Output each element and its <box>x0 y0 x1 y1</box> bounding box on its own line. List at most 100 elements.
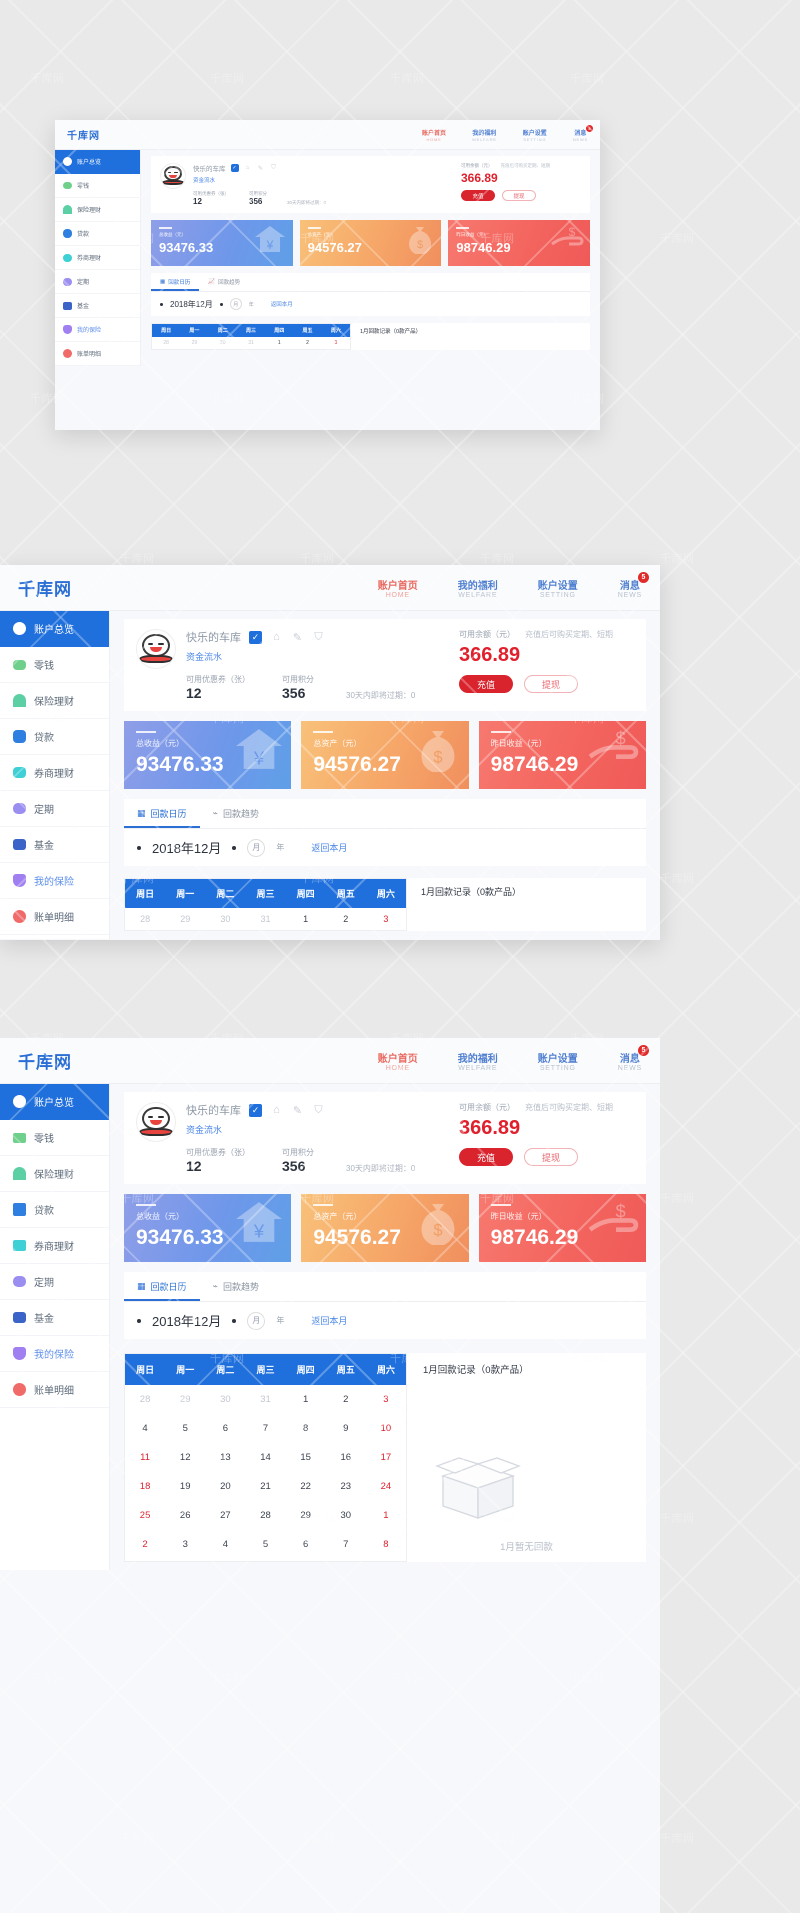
user-outline-icon[interactable]: ⌂ <box>244 164 252 172</box>
prev-arrow[interactable] <box>160 302 163 306</box>
stat-card-yesterday-income[interactable]: 昨日收益（元） 98746.29 $ <box>448 220 591 266</box>
calendar-cell[interactable]: 1 <box>265 337 293 349</box>
sidebar-item-insurance-finance[interactable]: 保险理财 <box>55 198 140 222</box>
sidebar-item-fixed[interactable]: 定期 <box>0 1264 109 1300</box>
sidebar-item-fixed[interactable]: 定期 <box>55 270 140 294</box>
sidebar-item-my-insurance[interactable]: 我的保险 <box>55 318 140 342</box>
withdraw-button[interactable]: 提现 <box>502 190 536 201</box>
nav-item-news[interactable]: 消息 NEWS 5 <box>618 571 649 599</box>
unit-year-toggle[interactable]: 年 <box>276 842 284 853</box>
calendar-cell[interactable]: 13 <box>205 1443 245 1472</box>
tab-repayment-trend[interactable]: ⌁ 回款趋势 <box>200 799 272 828</box>
calendar-cell[interactable]: 14 <box>245 1443 285 1472</box>
calendar-cell[interactable]: 28 <box>125 1385 165 1414</box>
tab-repayment-calendar[interactable]: ▦ 回款日历 <box>124 1272 200 1301</box>
nav-item-setting[interactable]: 账户设置 SETTING <box>523 128 547 142</box>
sidebar-item-change[interactable]: 零钱 <box>0 1120 109 1156</box>
nav-item-setting[interactable]: 账户设置 SETTING <box>538 577 578 599</box>
calendar-cell[interactable]: 6 <box>205 1414 245 1443</box>
calendar-cell[interactable]: 2 <box>326 908 366 930</box>
unit-year-toggle[interactable]: 年 <box>276 1315 284 1326</box>
calendar-cell[interactable]: 24 <box>366 1472 406 1501</box>
calendar-cell[interactable]: 3 <box>366 1385 406 1414</box>
sidebar-item-broker-finance[interactable]: 券商理财 <box>0 755 109 791</box>
sidebar-item-insurance-finance[interactable]: 保险理财 <box>0 1156 109 1192</box>
calendar-cell[interactable]: 15 <box>286 1443 326 1472</box>
sidebar-item-fund[interactable]: 基金 <box>0 827 109 863</box>
sidebar-item-my-insurance[interactable]: 我的保险 <box>0 1336 109 1372</box>
sidebar-item-overview[interactable]: 账户总览 <box>0 1084 109 1120</box>
sidebar-item-change[interactable]: 零钱 <box>55 174 140 198</box>
avatar[interactable] <box>136 1102 176 1142</box>
stat-card-total-income[interactable]: 总收益（元） 93476.33 ¥ <box>124 1194 292 1262</box>
sidebar-item-bill-detail[interactable]: 账单明细 <box>0 1372 109 1408</box>
calendar-cell[interactable]: 3 <box>366 908 406 930</box>
calendar-cell[interactable]: 18 <box>125 1472 165 1501</box>
stat-card-yesterday-income[interactable]: 昨日收益（元） 98746.29 $ <box>478 1194 646 1262</box>
stat-card-total-income[interactable]: 总收益（元） 93476.33 ¥ <box>151 220 293 266</box>
check-badge-icon[interactable]: ✓ <box>230 164 239 172</box>
sidebar-item-broker-finance[interactable]: 券商理财 <box>0 1228 109 1264</box>
logo[interactable]: 千库网 <box>18 575 72 600</box>
calendar-cell[interactable]: 30 <box>205 1385 245 1414</box>
stat-card-total-assets[interactable]: 总资产（元） 94576.27 $ <box>299 220 442 266</box>
withdraw-button[interactable]: 提现 <box>524 675 578 693</box>
next-arrow[interactable] <box>232 845 237 850</box>
sidebar-item-fund[interactable]: 基金 <box>55 294 140 318</box>
tab-repayment-trend[interactable]: ⌁ 回款趋势 <box>200 1272 272 1301</box>
stat-card-total-assets[interactable]: 总资产（元） 94576.27 $ <box>301 721 469 789</box>
calendar-cell[interactable]: 30 <box>209 337 237 349</box>
fund-flow-link[interactable]: 资金流水 <box>193 176 461 184</box>
calendar-cell[interactable]: 25 <box>125 1501 165 1530</box>
calendar-cell[interactable]: 16 <box>326 1443 366 1472</box>
calendar-cell[interactable]: 23 <box>326 1472 366 1501</box>
unit-year-toggle[interactable]: 年 <box>249 301 254 308</box>
back-to-month-link[interactable]: 返回本月 <box>271 300 293 308</box>
calendar-cell[interactable]: 1 <box>286 1385 326 1414</box>
tab-repayment-trend[interactable]: 📈 回款趋势 <box>199 273 249 291</box>
nav-item-news[interactable]: 消息 NEWS 5 <box>573 124 593 142</box>
calendar-cell[interactable]: 2 <box>293 337 321 349</box>
calendar-cell[interactable]: 22 <box>286 1472 326 1501</box>
next-arrow[interactable] <box>219 302 223 306</box>
fund-flow-link[interactable]: 资金流水 <box>186 650 459 663</box>
unit-month-toggle[interactable]: 月 <box>247 838 266 857</box>
calendar-cell[interactable]: 7 <box>245 1414 285 1443</box>
sidebar-item-loan[interactable]: 贷款 <box>0 1192 109 1228</box>
stat-card-yesterday-income[interactable]: 昨日收益（元） 98746.29 $ <box>478 721 646 789</box>
calendar-cell[interactable]: 9 <box>326 1414 366 1443</box>
calendar-cell[interactable]: 28 <box>152 337 180 349</box>
unit-month-toggle[interactable]: 月 <box>247 1311 266 1330</box>
calendar-cell[interactable]: 8 <box>286 1414 326 1443</box>
unit-month-toggle[interactable]: 月 <box>229 298 242 310</box>
edit-icon[interactable]: ✎ <box>291 631 304 644</box>
nav-item-home[interactable]: 账户首页 HOME <box>378 577 418 599</box>
calendar-cell[interactable]: 6 <box>286 1530 326 1559</box>
calendar-cell[interactable]: 4 <box>205 1530 245 1559</box>
check-badge-icon[interactable]: ✓ <box>249 630 262 644</box>
sidebar-item-overview[interactable]: 账户总览 <box>55 150 140 174</box>
calendar-cell[interactable]: 31 <box>245 908 285 930</box>
nav-item-home[interactable]: 账户首页 HOME <box>422 128 446 142</box>
sidebar-item-fixed[interactable]: 定期 <box>0 791 109 827</box>
back-to-month-link[interactable]: 返回本月 <box>311 1314 347 1327</box>
fund-flow-link[interactable]: 资金流水 <box>186 1123 459 1136</box>
next-arrow[interactable] <box>232 1318 237 1323</box>
calendar-cell[interactable]: 30 <box>326 1501 366 1530</box>
check-badge-icon[interactable]: ✓ <box>249 1103 262 1117</box>
calendar-cell[interactable]: 3 <box>322 337 350 349</box>
nav-item-news[interactable]: 消息 NEWS 5 <box>618 1044 649 1072</box>
calendar-cell[interactable]: 27 <box>205 1501 245 1530</box>
tab-repayment-calendar[interactable]: ▦ 回款日历 <box>124 799 200 828</box>
calendar-cell[interactable]: 1 <box>286 908 326 930</box>
prev-arrow[interactable] <box>137 1318 141 1323</box>
recharge-button[interactable]: 充值 <box>459 1148 513 1166</box>
tab-repayment-calendar[interactable]: ▦ 回款日历 <box>151 273 200 291</box>
stat-card-total-assets[interactable]: 总资产（元） 94576.27 $ <box>301 1194 469 1262</box>
calendar-cell[interactable]: 29 <box>180 337 208 349</box>
sidebar-item-my-insurance[interactable]: 我的保险 <box>0 863 109 899</box>
sidebar-item-loan[interactable]: 贷款 <box>55 222 140 246</box>
sidebar-item-change[interactable]: 零钱 <box>0 647 109 683</box>
sidebar-item-bill-detail[interactable]: 账单明细 <box>0 899 109 935</box>
calendar-cell[interactable]: 26 <box>165 1501 205 1530</box>
